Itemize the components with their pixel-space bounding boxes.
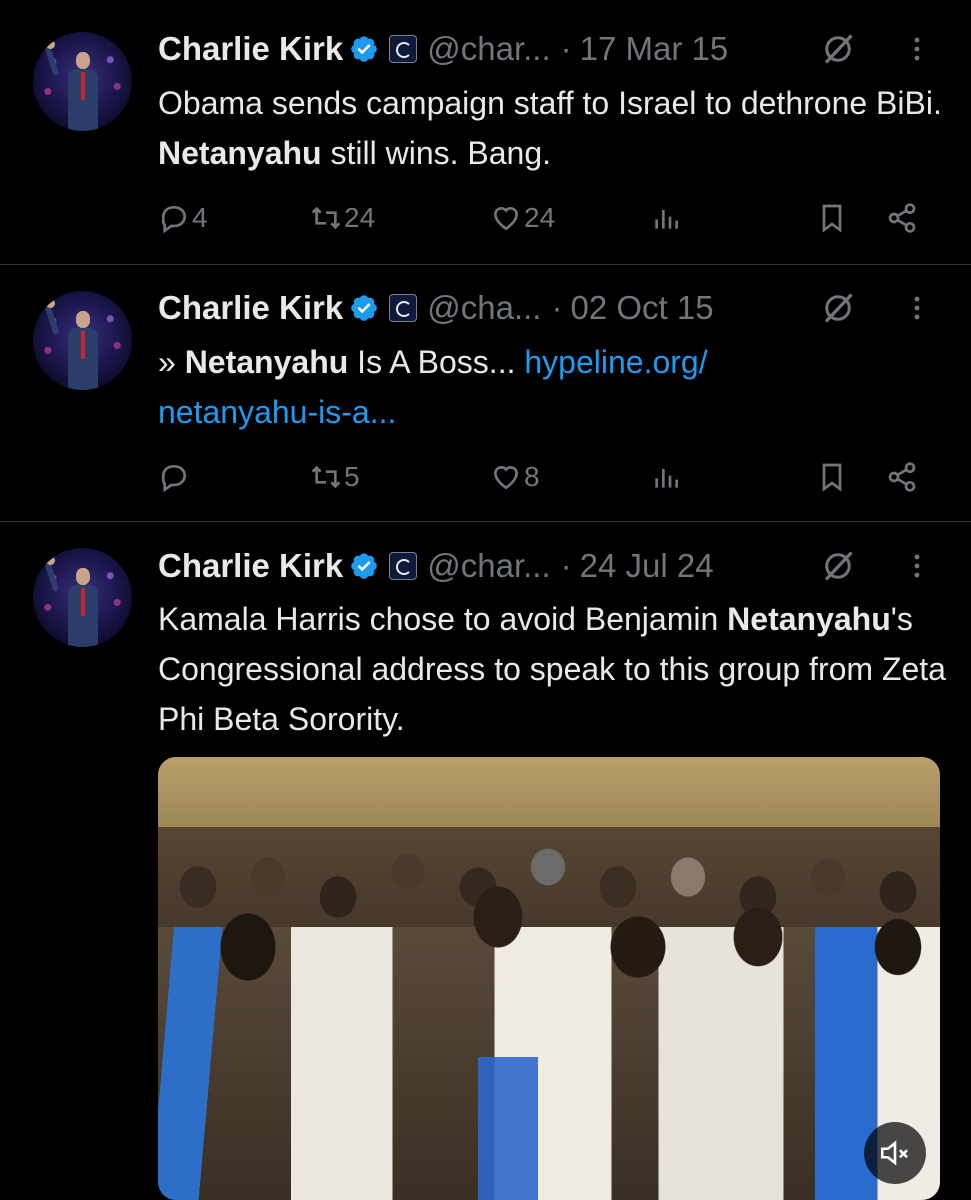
- reply-icon: [161, 464, 187, 493]
- highlighted-term: Netanyahu: [727, 601, 891, 637]
- verified-badge-icon: [351, 36, 378, 62]
- views-button[interactable]: [650, 198, 682, 238]
- reply-icon: [161, 205, 187, 234]
- share-icon: [888, 462, 916, 492]
- tweet-text: Obama sends campaign staff to Israel to …: [158, 85, 942, 171]
- like-count: 8: [524, 461, 540, 492]
- tweet[interactable]: Charlie Kirk @cha... · 02 Oct 15 » Netan…: [0, 265, 971, 521]
- share-button[interactable]: [886, 457, 918, 497]
- share-button[interactable]: [886, 198, 918, 238]
- tweet-date[interactable]: 17 Mar 15: [580, 30, 729, 68]
- bookmark-icon: [822, 204, 842, 233]
- avatar[interactable]: [33, 548, 132, 647]
- author-handle[interactable]: @char...: [427, 30, 550, 68]
- tweet-actions: 4 24 24: [158, 198, 948, 238]
- grok-icon[interactable]: [820, 290, 856, 326]
- grok-icon[interactable]: [820, 31, 856, 67]
- tweet-header: Charlie Kirk @char... · 24 Jul 24: [158, 546, 714, 586]
- views-button[interactable]: [650, 457, 682, 497]
- bookmark-icon: [822, 463, 842, 492]
- tweet-text: Kamala Harris chose to avoid Benjamin Ne…: [158, 601, 946, 737]
- repost-icon: [311, 465, 341, 489]
- separator-dot: ·: [551, 289, 563, 326]
- avatar[interactable]: [33, 32, 132, 131]
- share-icon: [888, 203, 916, 233]
- reply-count: 4: [192, 202, 208, 233]
- affiliate-badge-icon[interactable]: [389, 294, 418, 322]
- tweet[interactable]: Charlie Kirk @char... · 17 Mar 15 Obama …: [0, 0, 971, 264]
- author-name[interactable]: Charlie Kirk: [158, 30, 343, 68]
- author-name[interactable]: Charlie Kirk: [158, 547, 343, 585]
- views-icon: [655, 210, 678, 229]
- tweet-date[interactable]: 02 Oct 15: [570, 289, 713, 327]
- tweet-date[interactable]: 24 Jul 24: [580, 547, 714, 585]
- like-icon: [493, 206, 519, 231]
- mute-button[interactable]: [864, 1122, 926, 1184]
- author-handle[interactable]: @char...: [427, 547, 550, 585]
- repost-count: 5: [344, 461, 360, 492]
- verified-badge-icon: [351, 295, 378, 321]
- avatar[interactable]: [33, 291, 132, 390]
- separator-dot: ·: [560, 30, 572, 67]
- grok-icon[interactable]: [820, 548, 856, 584]
- repost-icon: [311, 206, 341, 230]
- tweet-link[interactable]: hypeline.org/: [524, 344, 707, 380]
- tweet-header: Charlie Kirk @cha... · 02 Oct 15: [158, 288, 714, 328]
- video-frame-detail: [478, 1057, 538, 1200]
- highlighted-term: Netanyahu: [184, 344, 349, 380]
- author-handle[interactable]: @cha...: [427, 289, 541, 327]
- mute-icon: [880, 1140, 908, 1166]
- tweet-text: » Netanyahu Is A Boss... hypeline.org/ne…: [158, 344, 708, 430]
- tweet-link-cont[interactable]: netanyahu-is-a...: [158, 394, 396, 430]
- separator-dot: ·: [560, 547, 572, 584]
- author-name[interactable]: Charlie Kirk: [158, 289, 343, 327]
- highlighted-term: Netanyahu: [158, 135, 322, 171]
- tweet-actions: 5 8: [158, 457, 948, 497]
- video-frame-heads: [158, 857, 940, 997]
- verified-badge-icon: [351, 553, 378, 579]
- repost-button[interactable]: 5: [310, 457, 360, 497]
- more-icon[interactable]: [905, 31, 929, 67]
- more-icon[interactable]: [905, 548, 929, 584]
- video-player[interactable]: [158, 757, 940, 1200]
- reply-button[interactable]: 4: [158, 198, 208, 238]
- repost-button[interactable]: 24: [310, 198, 375, 238]
- reply-button[interactable]: [158, 457, 192, 497]
- like-icon: [493, 465, 519, 490]
- affiliate-badge-icon[interactable]: [389, 552, 418, 580]
- repost-count: 24: [344, 202, 376, 233]
- like-button[interactable]: 8: [490, 457, 540, 497]
- affiliate-badge-icon[interactable]: [389, 35, 418, 63]
- bookmark-button[interactable]: [816, 198, 848, 238]
- more-icon[interactable]: [905, 290, 929, 326]
- bookmark-button[interactable]: [816, 457, 848, 497]
- like-button[interactable]: 24: [490, 198, 555, 238]
- tweet-header: Charlie Kirk @char... · 17 Mar 15: [158, 29, 728, 69]
- views-icon: [655, 469, 678, 488]
- like-count: 24: [524, 202, 556, 233]
